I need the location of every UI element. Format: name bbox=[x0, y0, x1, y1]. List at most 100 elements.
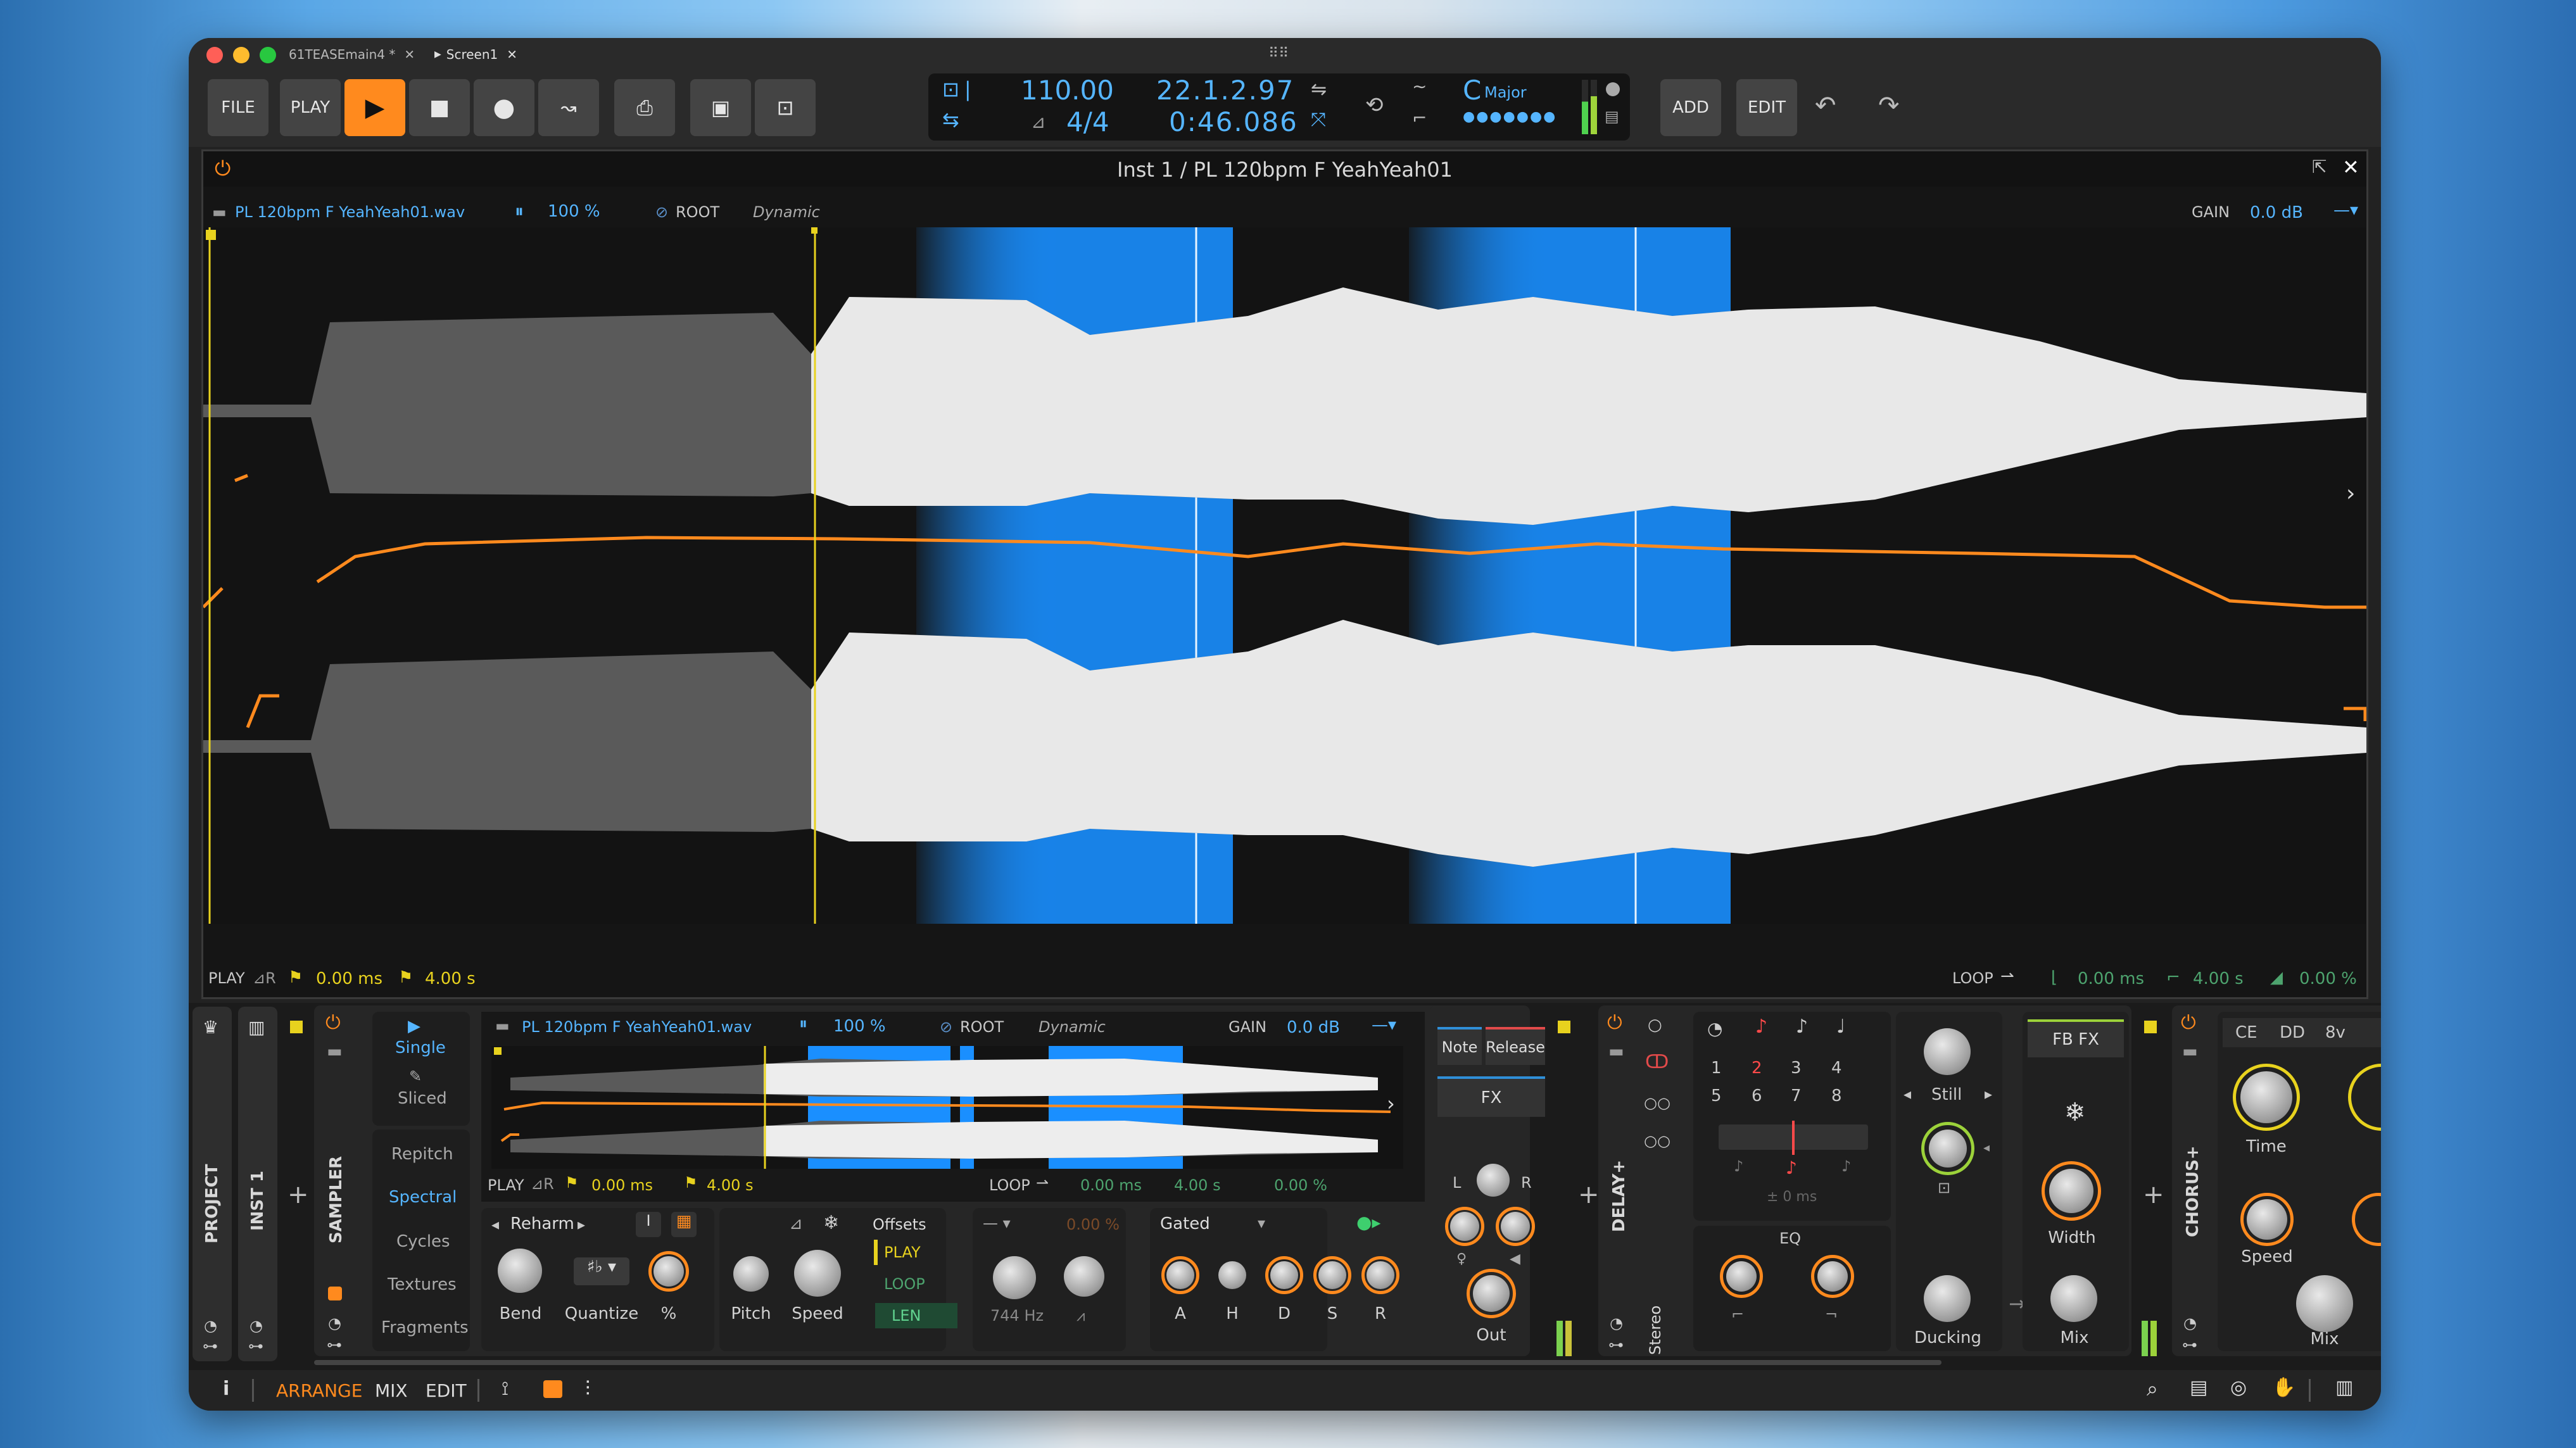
mix-tab[interactable]: MIX bbox=[375, 1380, 408, 1401]
grid-3[interactable]: 3 bbox=[1791, 1059, 1802, 1078]
sampler-mode[interactable]: Dynamic bbox=[1039, 1018, 1106, 1036]
sampler-loop-start[interactable]: 0.00 ms bbox=[1080, 1176, 1142, 1194]
sampler-start-value[interactable]: 0.00 ms bbox=[591, 1176, 653, 1194]
grid-5[interactable]: 5 bbox=[1711, 1086, 1722, 1105]
sampler-root[interactable]: ROOT bbox=[960, 1018, 1004, 1036]
tempo-value[interactable]: 110.00 bbox=[1021, 75, 1114, 106]
grid-8[interactable]: 8 bbox=[1831, 1086, 1842, 1105]
minimize-window-button[interactable] bbox=[233, 47, 249, 63]
delay-mix-knob[interactable] bbox=[2050, 1275, 2097, 1322]
algo-cycles[interactable]: Cycles bbox=[396, 1232, 450, 1251]
chorus-mix-knob[interactable] bbox=[2296, 1275, 2353, 1332]
punch-icon[interactable]: ⇋ bbox=[1311, 79, 1327, 101]
chevron-right-icon[interactable]: ▸ bbox=[1985, 1085, 1992, 1103]
sampler-gain-value[interactable]: 0.0 dB bbox=[1287, 1018, 1340, 1037]
algo-textures[interactable]: Textures bbox=[388, 1275, 457, 1294]
device-panel-icon[interactable] bbox=[543, 1380, 562, 1398]
repeat-icon[interactable]: ⊡ bbox=[1938, 1179, 1950, 1197]
edit-tab[interactable]: EDIT bbox=[426, 1380, 467, 1401]
hold-knob[interactable] bbox=[1218, 1261, 1246, 1289]
loop-mode-icon[interactable]: ⇀ bbox=[2000, 967, 2014, 986]
route-icon[interactable]: ⊶ bbox=[203, 1337, 218, 1355]
snowflake-icon[interactable]: ❄ bbox=[2064, 1098, 2086, 1127]
add-device-icon[interactable]: + bbox=[287, 1180, 309, 1209]
feedback-knob[interactable] bbox=[1924, 1028, 1971, 1075]
arranger-icon[interactable]: ⊡ bbox=[755, 79, 816, 136]
note-button[interactable]: Note bbox=[1437, 1027, 1482, 1065]
add-device-icon[interactable]: + bbox=[2143, 1180, 2164, 1209]
gain-menu-icon[interactable]: —▾ bbox=[2333, 201, 2358, 220]
mono-icon[interactable]: ○ bbox=[1648, 1016, 1662, 1035]
sync-icon[interactable]: ◔ bbox=[1707, 1018, 1722, 1039]
loop-icon[interactable]: ⟲ bbox=[1365, 92, 1384, 118]
resonance-knob[interactable] bbox=[1064, 1256, 1104, 1297]
groove-icon[interactable]: ⤧ bbox=[1311, 109, 1326, 131]
route-icon[interactable]: ⊶ bbox=[2182, 1336, 2197, 1354]
cross-icon[interactable]: ○○ bbox=[1644, 1132, 1670, 1150]
automation-write-icon[interactable]: ↝ bbox=[538, 79, 599, 136]
sampler-speed-value[interactable]: 100 % bbox=[833, 1017, 886, 1036]
loop-start-value[interactable]: 0.00 ms bbox=[2078, 969, 2144, 988]
edit-button[interactable]: EDIT bbox=[1736, 79, 1797, 136]
sustain-knob[interactable] bbox=[1318, 1261, 1346, 1289]
tempo-tap-icon[interactable]: ⇆ bbox=[942, 108, 959, 132]
chevron-left-icon[interactable]: ◂ bbox=[1904, 1085, 1911, 1103]
folder-icon[interactable]: ▬ bbox=[327, 1042, 343, 1061]
close-icon[interactable]: ✕ bbox=[404, 47, 415, 62]
arrange-tab[interactable]: ARRANGE bbox=[276, 1380, 362, 1401]
reverse-icon[interactable]: ⊿R bbox=[531, 1175, 554, 1193]
mod-knob[interactable] bbox=[1450, 1212, 1479, 1241]
gated-label[interactable]: Gated bbox=[1160, 1214, 1210, 1233]
sampler-mini-waveform[interactable] bbox=[491, 1046, 1403, 1169]
folder-icon[interactable]: ▬ bbox=[1608, 1042, 1624, 1061]
pct-knob[interactable] bbox=[653, 1256, 684, 1287]
crossfade-value[interactable]: 0.00 % bbox=[2299, 969, 2357, 988]
file-browser-icon[interactable]: ▤ bbox=[2190, 1376, 2207, 1399]
freeze-knob[interactable] bbox=[1929, 1130, 1967, 1168]
decay-knob[interactable] bbox=[1270, 1261, 1298, 1289]
grid-icon[interactable]: ▦ bbox=[671, 1212, 697, 1237]
sampler-file-name[interactable]: PL 120bpm F YeahYeah01.wav bbox=[522, 1018, 752, 1036]
release-knob[interactable] bbox=[1367, 1261, 1394, 1289]
position-time[interactable]: 0:46.086 bbox=[1169, 106, 1298, 137]
loop-len-value[interactable]: 4.00 s bbox=[2193, 969, 2244, 988]
fbfx-button[interactable]: FB FX bbox=[2028, 1019, 2124, 1057]
device-scrollbar[interactable] bbox=[314, 1360, 1941, 1365]
clip-launcher-icon[interactable]: ▣ bbox=[690, 79, 751, 136]
offset-len[interactable]: LEN bbox=[892, 1307, 921, 1325]
folder-icon[interactable]: ▬ bbox=[495, 1017, 510, 1035]
envelope-trigger-icon[interactable]: ●▸ bbox=[1356, 1212, 1381, 1233]
redo-icon[interactable]: ↷ bbox=[1878, 91, 1900, 120]
info-icon[interactable]: i bbox=[223, 1378, 229, 1400]
algo-fragments[interactable]: Fragments bbox=[381, 1318, 469, 1337]
chorus-speed-knob[interactable] bbox=[2247, 1199, 2287, 1240]
nudge-left-icon[interactable]: ♪ bbox=[1734, 1157, 1743, 1175]
dotted-note-icon[interactable]: ♪ bbox=[1796, 1016, 1808, 1038]
loop-mode-icon[interactable]: ⇀ bbox=[1036, 1174, 1049, 1192]
delay-ms[interactable]: ± 0 ms bbox=[1767, 1189, 1817, 1205]
device-browser-icon[interactable]: ◎ bbox=[2230, 1376, 2247, 1399]
filter-hz[interactable]: 744 Hz bbox=[990, 1307, 1044, 1325]
metronome-icon[interactable]: ⊡❘ bbox=[942, 77, 976, 101]
hand-icon[interactable]: ✋ bbox=[2272, 1376, 2295, 1399]
pan-knob[interactable] bbox=[1477, 1164, 1510, 1197]
quarter-note-icon[interactable]: ♩ bbox=[1836, 1016, 1845, 1038]
popout-icon[interactable]: ⇱ bbox=[2312, 156, 2327, 177]
chorus-time-knob[interactable] bbox=[2240, 1071, 2292, 1123]
close-icon[interactable]: ✕ bbox=[2342, 155, 2359, 179]
grid-4[interactable]: 4 bbox=[1831, 1059, 1842, 1078]
start-value[interactable]: 0.00 ms bbox=[316, 969, 382, 988]
route-icon[interactable]: ⊶ bbox=[1608, 1336, 1624, 1354]
grid-7[interactable]: 7 bbox=[1791, 1086, 1802, 1105]
keyboard-icon[interactable]: ▥ bbox=[2335, 1376, 2353, 1399]
zoom-window-button[interactable] bbox=[260, 47, 276, 63]
chevron-right-icon[interactable]: › bbox=[2346, 481, 2355, 507]
project-tab[interactable]: 61TEASEmain4 * ✕ bbox=[289, 43, 415, 66]
offset-loop[interactable]: LOOP bbox=[884, 1275, 925, 1293]
grid-1[interactable]: 1 bbox=[1711, 1059, 1722, 1078]
time-signature[interactable]: 4/4 bbox=[1066, 106, 1109, 137]
out-knob[interactable] bbox=[1473, 1275, 1510, 1312]
gain-menu-icon[interactable]: —▾ bbox=[1372, 1016, 1396, 1035]
mixer-sliders-icon[interactable]: ⫶ bbox=[585, 1376, 590, 1401]
chevron-down-icon[interactable]: ▾ bbox=[1258, 1214, 1265, 1232]
